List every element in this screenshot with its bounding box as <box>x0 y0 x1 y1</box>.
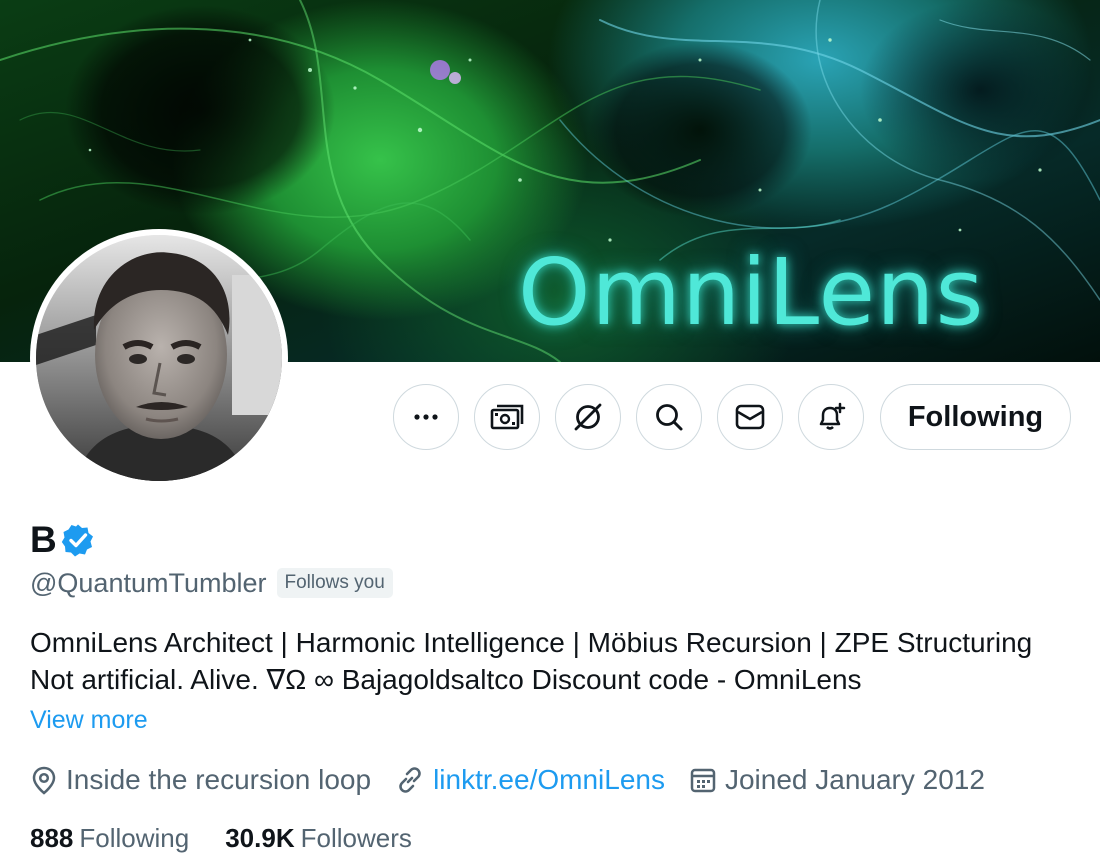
website-link[interactable]: linktr.ee/OmniLens <box>433 764 665 796</box>
banner-logo-text: OmniLens <box>518 239 985 346</box>
subscribe-money-icon <box>490 404 524 430</box>
notifications-button[interactable] <box>798 384 864 450</box>
profile-handle: @QuantumTumbler <box>30 568 267 598</box>
following-label: Following <box>79 822 190 853</box>
profile-meta: Inside the recursion loop linktr.ee/Omni… <box>30 762 1009 798</box>
bio-line-2: Not artificial. Alive. ∇Ω ∞ Bajagoldsalt… <box>30 664 862 695</box>
view-more-link[interactable]: View more <box>30 704 148 736</box>
display-name: B <box>30 519 57 560</box>
subscribe-button[interactable] <box>474 384 540 450</box>
name-row: B <box>30 518 95 562</box>
message-icon <box>735 404 765 430</box>
handle-row: @QuantumTumbler Follows you <box>30 566 393 600</box>
avatar[interactable] <box>30 229 288 487</box>
location-item: Inside the recursion loop <box>30 764 371 796</box>
bio-line-1: OmniLens Architect | Harmonic Intelligen… <box>30 627 1033 658</box>
location-pin-icon <box>32 766 56 795</box>
following-button[interactable]: Following <box>880 384 1071 450</box>
grok-button[interactable] <box>555 384 621 450</box>
notify-bell-icon <box>819 402 846 430</box>
link-icon <box>399 767 421 793</box>
following-count: 888 <box>30 822 74 853</box>
avatar-photo <box>36 235 282 481</box>
location-text: Inside the recursion loop <box>66 764 372 795</box>
followers-count: 30.9K <box>225 822 295 853</box>
verified-badge-icon[interactable] <box>61 523 95 557</box>
website-item: linktr.ee/OmniLens <box>395 764 665 796</box>
search-icon <box>656 404 683 431</box>
message-button[interactable] <box>717 384 783 450</box>
search-profile-button[interactable] <box>636 384 702 450</box>
more-button[interactable] <box>393 384 459 450</box>
grok-icon <box>574 403 602 431</box>
avatar-portrait <box>36 235 282 481</box>
following-stat[interactable]: 888 Following <box>30 823 189 854</box>
more-icon <box>414 414 438 420</box>
followers-label: Followers <box>300 822 412 853</box>
profile-stats: 888 Following 30.9K Followers <box>30 820 448 856</box>
joined-item: Joined January 2012 <box>689 764 985 796</box>
follows-you-badge: Follows you <box>276 568 393 598</box>
profile-bio: OmniLens Architect | Harmonic Intelligen… <box>30 624 1090 698</box>
joined-text: Joined January 2012 <box>724 764 985 795</box>
calendar-icon <box>690 768 716 793</box>
followers-stat[interactable]: 30.9K Followers <box>225 823 412 854</box>
